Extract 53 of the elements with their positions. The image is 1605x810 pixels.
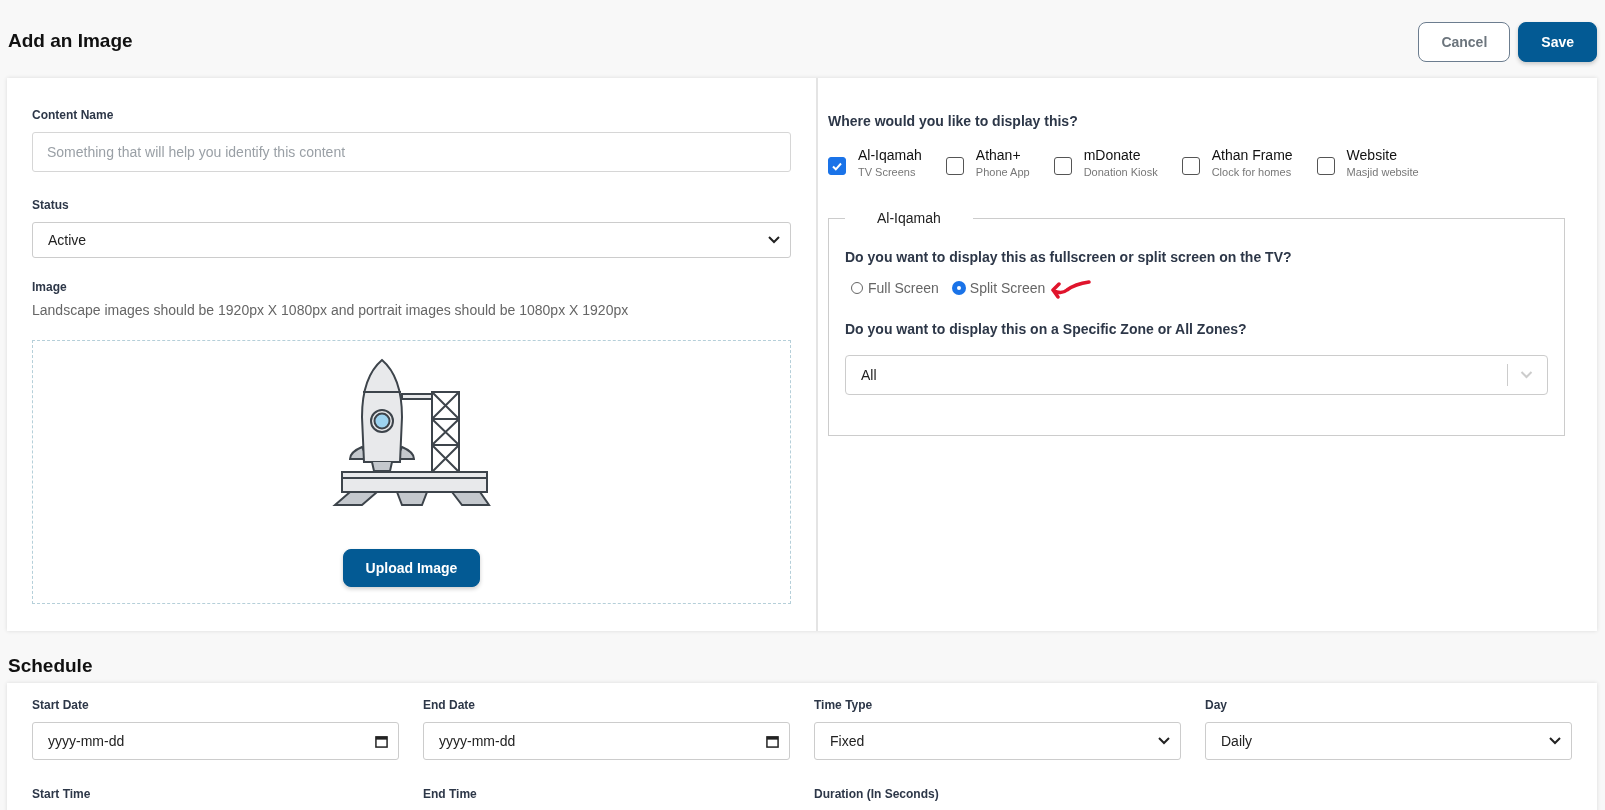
chevron-down-icon <box>1549 737 1561 745</box>
calendar-icon <box>766 734 779 748</box>
field-label: Duration (In Seconds) <box>814 788 940 801</box>
option-label: Athan+ <box>975 147 1022 163</box>
cancel-button[interactable]: Cancel <box>1418 22 1511 62</box>
page-title: Add an Image <box>8 30 133 52</box>
option-label: Website <box>1346 147 1398 163</box>
chevron-down-icon <box>1520 371 1533 379</box>
question-text: Do you want to display this on a Specific Zone or All Zones? <box>845 321 1248 337</box>
dropdown[interactable]: Fixed <box>814 722 1181 760</box>
option-label: Al-Iqamah <box>858 147 922 163</box>
dropdown[interactable]: Daily <box>1205 722 1572 760</box>
checkbox[interactable] <box>1053 157 1072 175</box>
checkmark-icon <box>831 160 843 172</box>
field-label: Day <box>1205 699 1228 712</box>
save-button[interactable]: Save <box>1518 22 1597 62</box>
chevron-down-icon <box>1158 737 1170 745</box>
option-label: mDonate <box>1083 147 1142 163</box>
field-label: Start Time <box>32 788 92 801</box>
image-hint: Landscape images should be 1920px X 1080px and portrait images should be 1080px X 1920px <box>32 302 630 318</box>
date-field[interactable]: yyyy-mm-dd <box>32 722 399 760</box>
option-subtitle: Phone App <box>975 166 1030 178</box>
panel-legend: Al-Iqamah <box>845 210 973 226</box>
field-label: Content Name <box>32 108 115 122</box>
checkbox[interactable] <box>1181 157 1200 175</box>
question-text: Where would you like to display this? <box>828 113 1079 129</box>
hand-drawn-arrow <box>1049 277 1094 299</box>
option-subtitle: Masjid website <box>1346 166 1419 178</box>
field-label: Image <box>32 280 68 294</box>
option-subtitle: Clock for homes <box>1211 166 1293 178</box>
status-dropdown[interactable]: Active <box>32 222 791 258</box>
checkbox[interactable] <box>945 157 964 175</box>
upload-image-button[interactable]: Upload Image <box>342 549 481 587</box>
image-drop-zone[interactable]: Upload Image <box>32 340 791 604</box>
option-label: Athan Frame <box>1211 147 1293 163</box>
option-subtitle: Donation Kiosk <box>1083 166 1158 178</box>
option-subtitle: TV Screens <box>858 166 917 178</box>
zone-dropdown[interactable]: All <box>845 355 1548 395</box>
field-label: Start Date <box>32 699 90 712</box>
content-name-field[interactable]: Something that will help you identify this content <box>32 132 791 172</box>
radio-option[interactable]: Full Screen <box>851 280 939 296</box>
chevron-down-icon <box>768 236 780 244</box>
checkbox[interactable] <box>1316 157 1335 175</box>
checkbox[interactable] <box>828 157 846 175</box>
field-label: End Time <box>423 788 478 801</box>
calendar-icon <box>375 734 388 748</box>
question-text: Do you want to display this as fullscreen or split screen on the TV? <box>845 249 1293 265</box>
field-label: End Date <box>423 699 476 712</box>
date-field[interactable]: yyyy-mm-dd <box>423 722 790 760</box>
radio-option[interactable]: Split Screen <box>952 280 1046 296</box>
section-title: Schedule <box>8 655 94 677</box>
field-label: Time Type <box>814 699 874 712</box>
field-label: Status <box>32 198 70 212</box>
